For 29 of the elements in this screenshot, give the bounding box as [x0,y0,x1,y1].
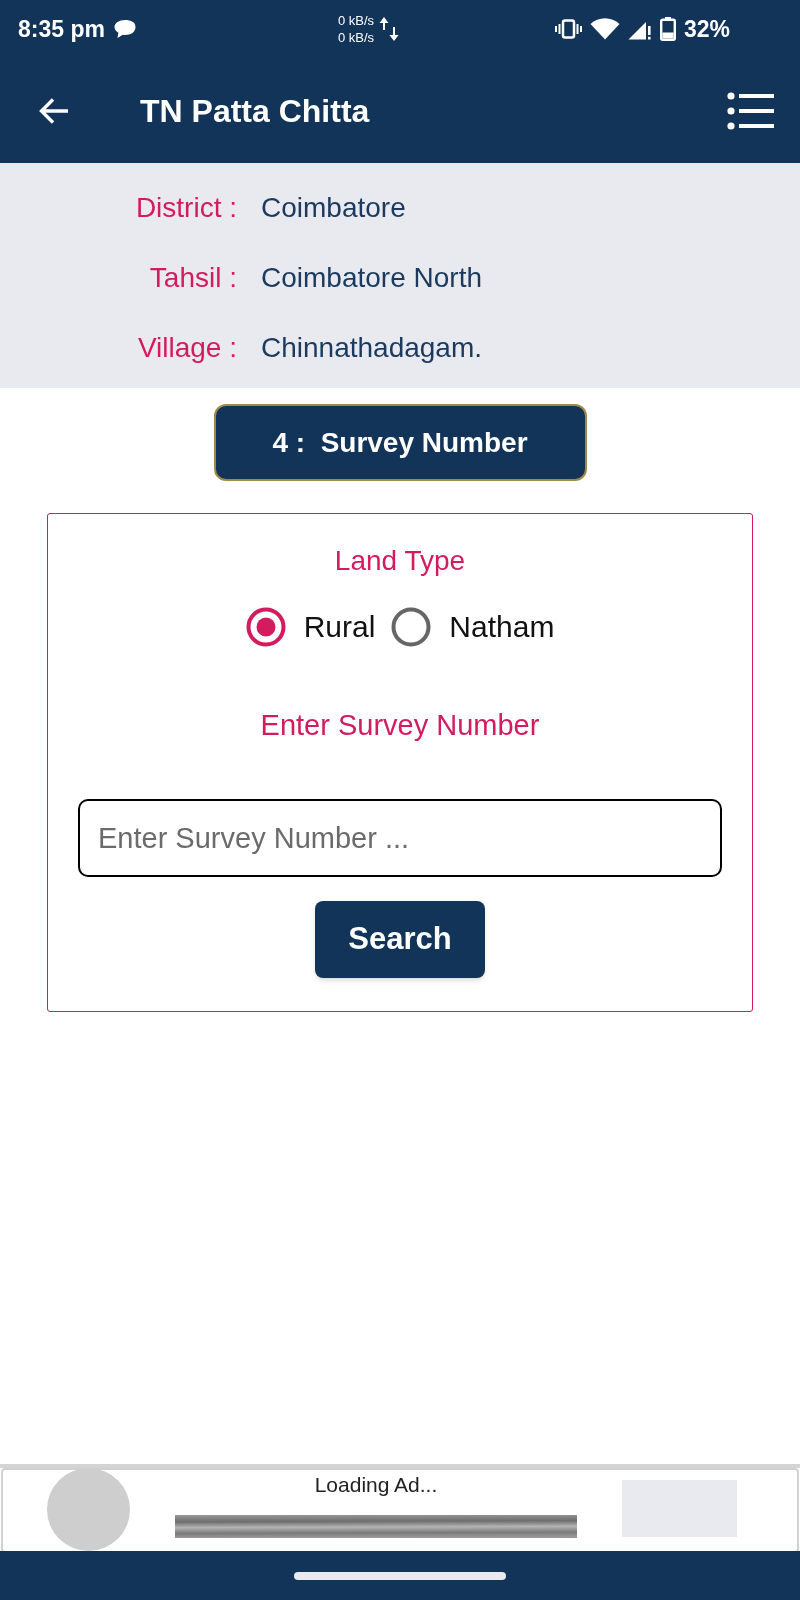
location-value: Chinnathadagam. [261,334,483,362]
land-type-label: Land Type [334,547,466,575]
app-title: TN Patta Chitta [140,94,370,127]
radio-icon[interactable] [245,607,286,647]
search-button[interactable]: Search [315,901,485,978]
vibrate-icon [554,19,582,39]
location-value: Coimbatore North [261,264,482,292]
home-indicator[interactable] [294,1571,506,1580]
step-heading: 4 : Survey Number [213,404,587,481]
chat-bubble-icon [112,19,137,39]
location-value: Coimbatore [261,194,406,222]
upload-speed: 0 kB/s [338,12,375,29]
location-label: Tahsil : [149,264,237,292]
download-speed: 0 kB/s [338,29,375,46]
up-down-arrows-icon [379,16,400,42]
survey-number-input[interactable]: Enter Survey Number ... [78,799,722,877]
radio-option[interactable]: Rural [245,607,376,647]
wifi-icon [589,18,620,40]
survey-number-label: Enter Survey Number [260,711,540,740]
battery-icon [659,17,676,41]
loading-ad-text: Loading Ad... [314,1474,438,1495]
radio-option[interactable]: Natham [391,607,555,647]
location-label: Village : [137,334,237,362]
battery-percent: 32% [683,17,730,41]
location-label: District : [135,194,237,222]
radio-icon[interactable] [391,607,432,647]
menu-icon[interactable] [727,91,775,130]
status-time: 8:35 pm [18,17,105,41]
back-arrow-icon[interactable] [38,96,70,125]
